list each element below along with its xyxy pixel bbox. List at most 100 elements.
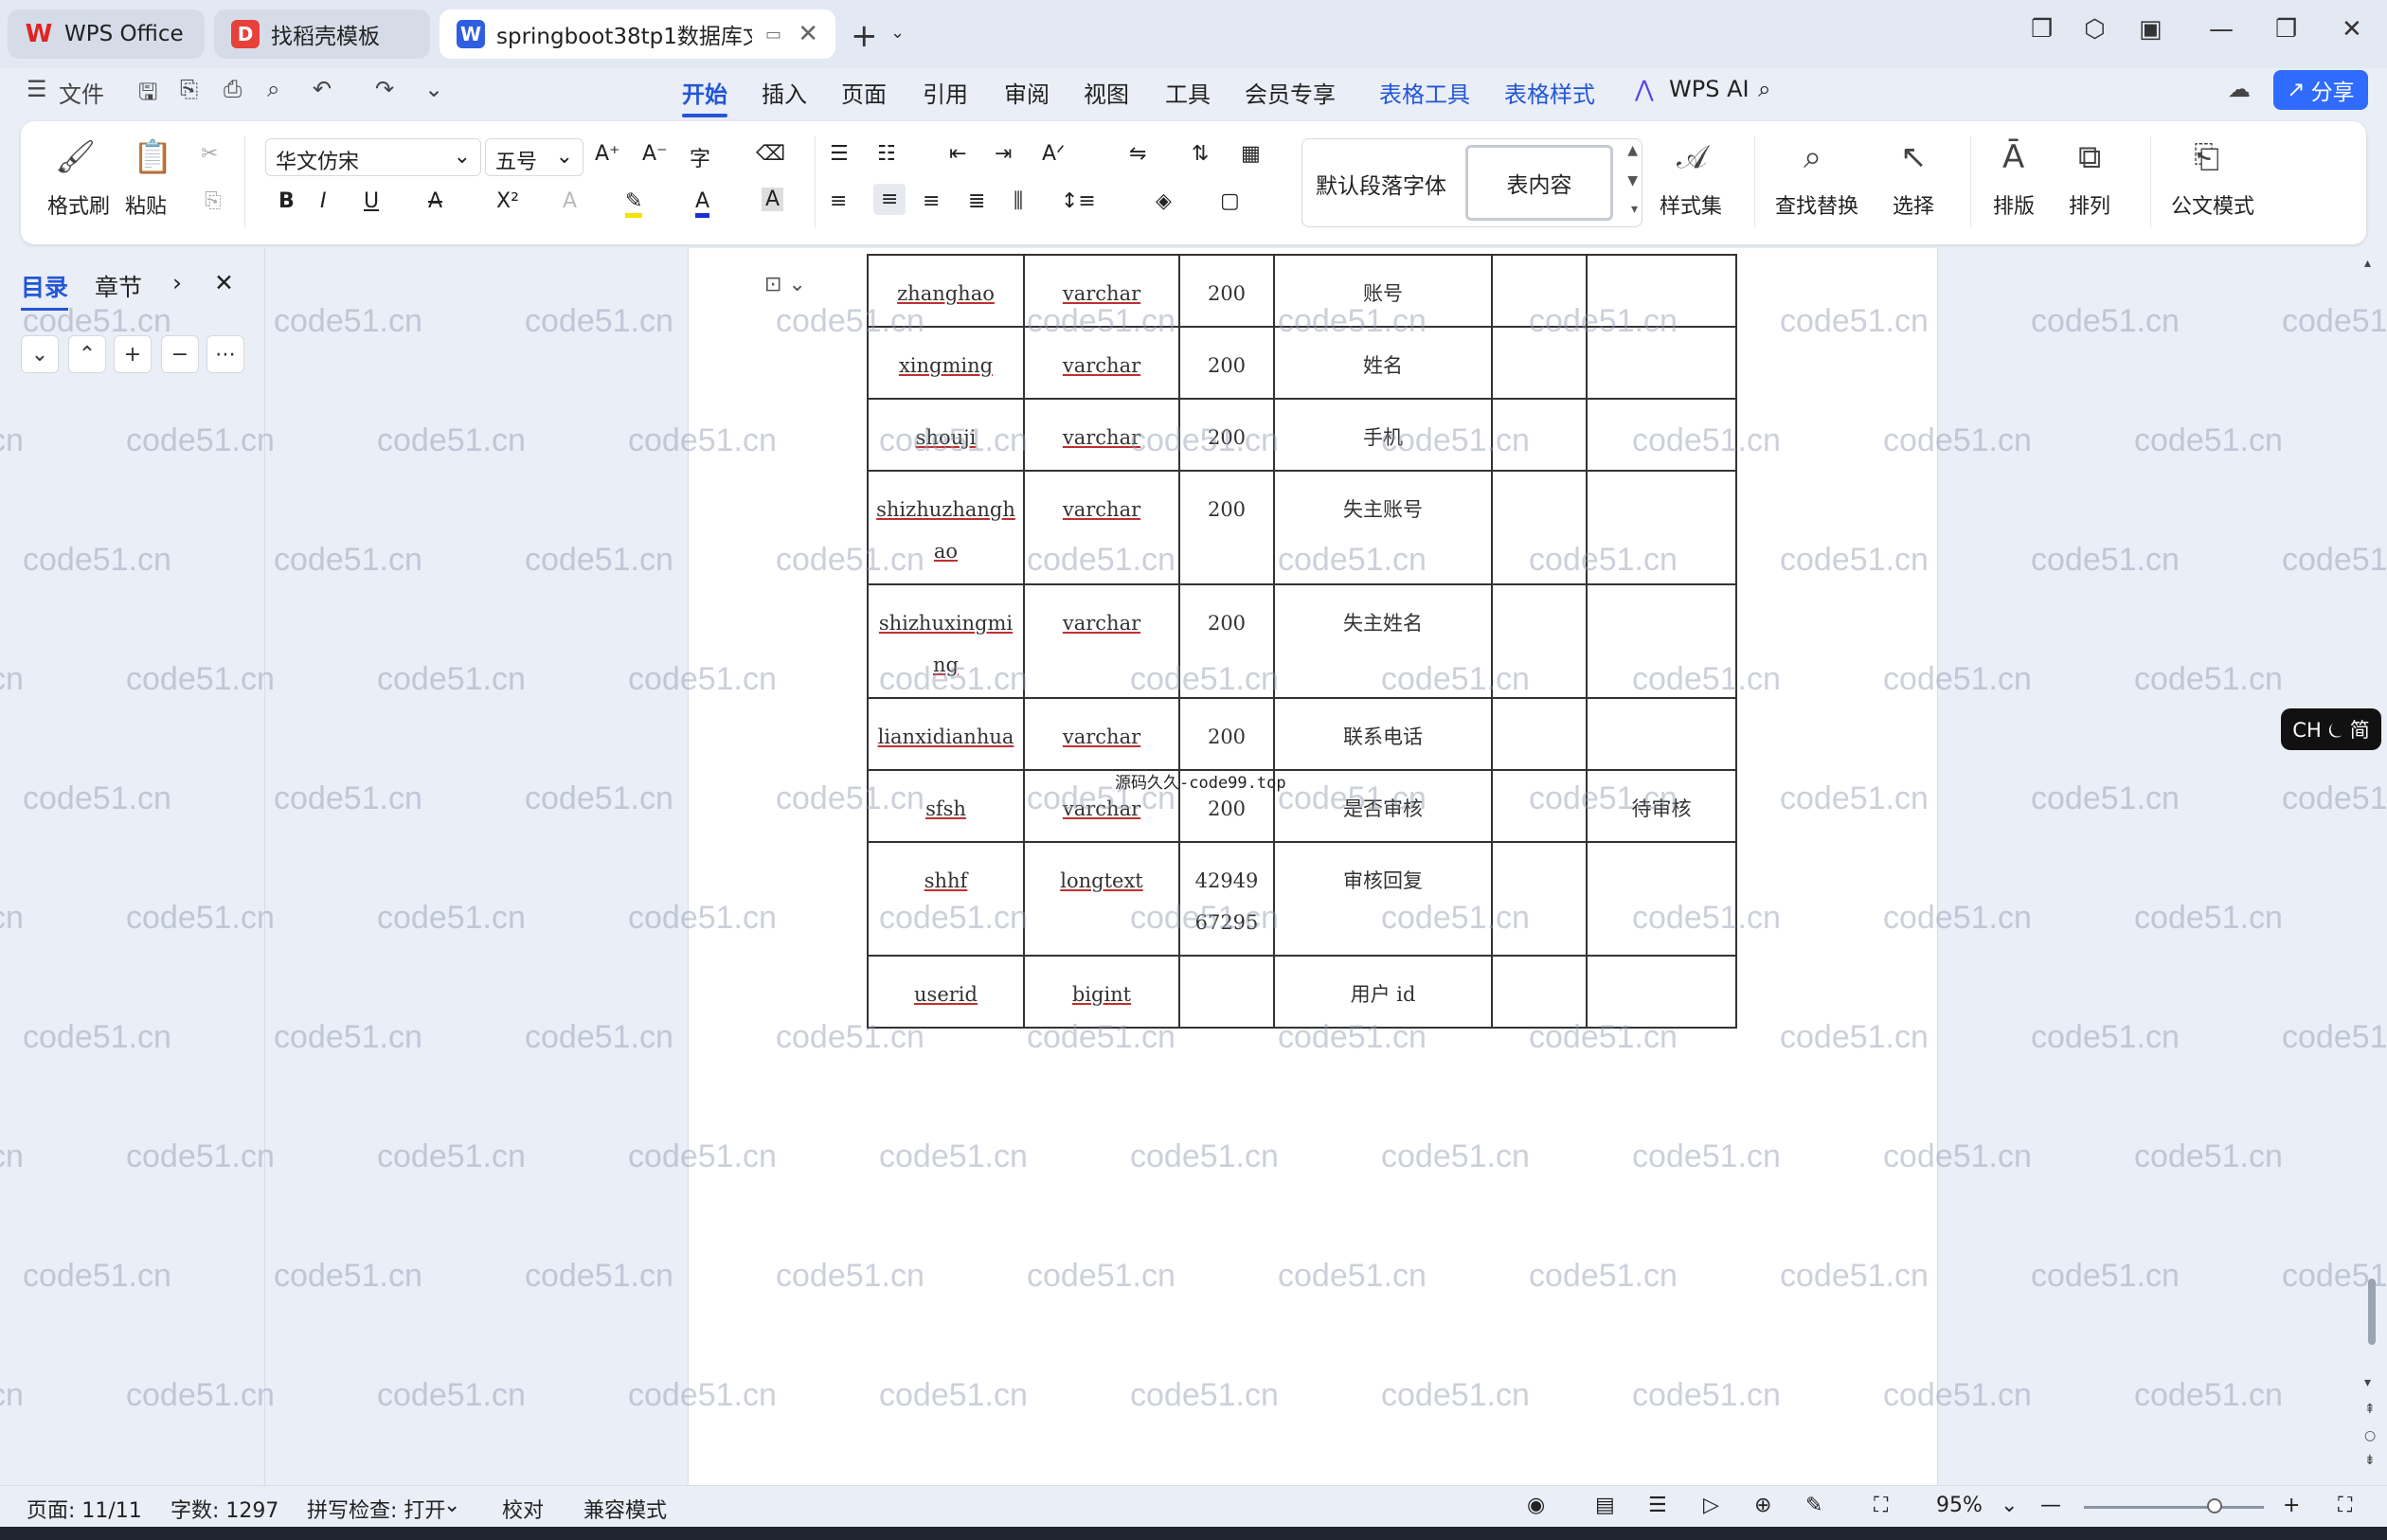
field-name-cell[interactable]: sfsh xyxy=(867,769,1025,843)
word-count[interactable]: 字数: 1297 xyxy=(170,1494,278,1524)
menu-page[interactable]: 页面 xyxy=(841,76,887,109)
decrease-indent-icon[interactable]: ⇤ xyxy=(949,142,966,166)
menu-table-tools[interactable]: 表格工具 xyxy=(1379,76,1470,109)
expand-icon[interactable]: ▾ xyxy=(1631,202,1638,217)
next-page-icon[interactable]: ⇟ xyxy=(2364,1453,2376,1468)
field-length-cell[interactable]: 200 xyxy=(1178,398,1275,472)
chevron-down-icon[interactable]: ▼ xyxy=(1627,173,1638,188)
table-row[interactable]: shizhuzhanghao varchar 200 失主账号 xyxy=(867,470,1737,585)
tab-wps-office[interactable]: W WPS Office xyxy=(8,9,205,59)
chevron-right-icon[interactable]: › xyxy=(172,269,182,296)
align-left-icon[interactable]: ≡ xyxy=(830,189,847,213)
field-length-cell[interactable]: 200 xyxy=(1178,470,1275,585)
layout-icon[interactable]: Ā xyxy=(2002,138,2024,176)
highlight-icon[interactable]: ✎ xyxy=(625,189,643,218)
close-tab-icon[interactable]: ✕ xyxy=(798,20,818,48)
export-icon[interactable]: ⎘ xyxy=(180,76,198,102)
pen-icon[interactable]: ✎ xyxy=(1805,1494,1822,1517)
field-type-cell[interactable]: varchar xyxy=(1023,470,1180,585)
menu-reference[interactable]: 引用 xyxy=(923,76,968,109)
field-name-cell[interactable]: shhf xyxy=(867,841,1025,957)
table-row[interactable]: shhf longtext 4294967295 审核回复 xyxy=(867,841,1737,957)
menu-home[interactable]: 开始 xyxy=(682,76,727,117)
add-heading-icon[interactable]: + xyxy=(114,335,152,373)
field-length-cell[interactable]: 4294967295 xyxy=(1178,841,1275,957)
find-replace-button[interactable]: 查找替换 xyxy=(1775,189,1858,220)
field-length-cell[interactable] xyxy=(1178,955,1275,1029)
field-default-cell[interactable] xyxy=(1586,841,1737,957)
chevron-down-icon[interactable]: ⌄ xyxy=(2001,1494,2018,1517)
save-icon[interactable]: 🖫 xyxy=(138,76,157,115)
field-length-cell[interactable]: 200 xyxy=(1178,254,1275,328)
strikethrough-icon[interactable]: A xyxy=(428,189,442,213)
fullscreen-icon[interactable]: ⛶ xyxy=(2338,1494,2352,1517)
line-sort-icon[interactable]: ⇋ xyxy=(1129,142,1146,166)
field-length-cell[interactable]: 200 xyxy=(1178,326,1275,400)
field-desc-cell[interactable]: 失主账号 xyxy=(1273,470,1493,585)
zoom-slider[interactable] xyxy=(2084,1506,2264,1509)
ime-indicator[interactable]: CH ⏾ 简 xyxy=(2281,708,2381,750)
menu-wps-ai[interactable]: WPS AI xyxy=(1669,76,1750,102)
zoom-level[interactable]: 95% xyxy=(1936,1494,1983,1517)
cube-icon[interactable]: ⬡ xyxy=(2084,15,2106,44)
field-type-cell[interactable]: varchar xyxy=(1023,398,1180,472)
share-button[interactable]: ↗ 分享 xyxy=(2273,70,2368,110)
align-right-icon[interactable]: ≡ xyxy=(923,189,940,213)
page-indicator[interactable]: 页面: 11/11 xyxy=(27,1494,142,1524)
field-desc-cell[interactable]: 失主姓名 xyxy=(1273,583,1493,699)
text-effect-icon[interactable]: A xyxy=(563,189,577,213)
tab-document[interactable]: W springboot38tp1数据库文档 ▭ ✕ xyxy=(440,9,835,59)
field-type-cell[interactable]: varchar xyxy=(1023,583,1180,699)
field-null-cell[interactable] xyxy=(1491,398,1588,472)
zoom-out-icon[interactable]: — xyxy=(2040,1494,2061,1517)
official-doc-icon[interactable]: ⎗ xyxy=(2194,138,2219,176)
field-desc-cell[interactable]: 是否审核 xyxy=(1273,769,1493,843)
field-default-cell[interactable] xyxy=(1586,326,1737,400)
superscript-icon[interactable]: X² xyxy=(496,189,519,213)
field-type-cell[interactable]: longtext xyxy=(1023,841,1180,957)
close-icon[interactable]: ✕ xyxy=(214,269,234,296)
official-mode-button[interactable]: 公文模式 xyxy=(2171,189,2254,220)
eye-icon[interactable]: ◉ xyxy=(1527,1494,1545,1517)
format-painter-button[interactable]: 格式刷 xyxy=(47,189,110,220)
menu-table-style[interactable]: 表格样式 xyxy=(1504,76,1595,109)
table-row[interactable]: xingming varchar 200 姓名 xyxy=(867,326,1737,400)
select-browse-icon[interactable]: ○ xyxy=(2364,1428,2376,1443)
font-name-select[interactable]: 华文仿宋 ⌄ xyxy=(265,138,481,176)
field-default-cell[interactable] xyxy=(1586,955,1737,1029)
copy-icon[interactable]: ⎘ xyxy=(205,189,222,213)
justify-icon[interactable]: ≣ xyxy=(968,189,985,213)
field-desc-cell[interactable]: 审核回复 xyxy=(1273,841,1493,957)
field-type-cell[interactable]: varchar xyxy=(1023,254,1180,328)
field-desc-cell[interactable]: 姓名 xyxy=(1273,326,1493,400)
table-row[interactable]: userid bigint 用户 id xyxy=(867,955,1737,1029)
field-type-cell[interactable]: varchar xyxy=(1023,326,1180,400)
layout-button[interactable]: 排版 xyxy=(1993,189,2035,220)
proofread[interactable]: 校对 xyxy=(502,1494,544,1524)
undo-icon[interactable]: ↶ xyxy=(313,76,332,102)
more-icon[interactable]: ⋯ xyxy=(206,335,244,373)
zoom-slider-handle[interactable] xyxy=(2206,1498,2222,1513)
field-name-cell[interactable]: shizhuxingming xyxy=(867,583,1025,699)
minimize-icon[interactable]: — xyxy=(2209,15,2234,44)
table-row[interactable]: zhanghao varchar 200 账号 xyxy=(867,254,1737,328)
field-default-cell[interactable] xyxy=(1586,254,1737,328)
field-default-cell[interactable] xyxy=(1586,583,1737,699)
chevron-up-icon[interactable]: ▲ xyxy=(1627,143,1638,158)
char-shading-icon[interactable]: A xyxy=(762,188,784,211)
cut-icon[interactable]: ✂ xyxy=(201,142,218,166)
table-row[interactable]: sfsh varchar 200 是否审核 待审核 xyxy=(867,769,1737,843)
field-null-cell[interactable] xyxy=(1491,955,1588,1029)
field-null-cell[interactable] xyxy=(1491,470,1588,585)
field-name-cell[interactable]: zhanghao xyxy=(867,254,1025,328)
maximize-icon[interactable]: ❐ xyxy=(2275,15,2297,44)
redo-icon[interactable]: ↷ xyxy=(375,76,394,102)
field-type-cell[interactable]: bigint xyxy=(1023,955,1180,1029)
table-row[interactable]: shouji varchar 200 手机 xyxy=(867,398,1737,472)
menu-view[interactable]: 视图 xyxy=(1084,76,1129,109)
chevron-down-icon[interactable]: ⌄ xyxy=(443,1494,460,1517)
tab-template[interactable]: D 找稻壳模板 xyxy=(214,9,430,59)
field-null-cell[interactable] xyxy=(1491,583,1588,699)
spell-check[interactable]: 拼写检查: 打开 xyxy=(307,1494,445,1524)
table-handle-icon[interactable]: ⊡ ⌄ xyxy=(764,273,806,296)
